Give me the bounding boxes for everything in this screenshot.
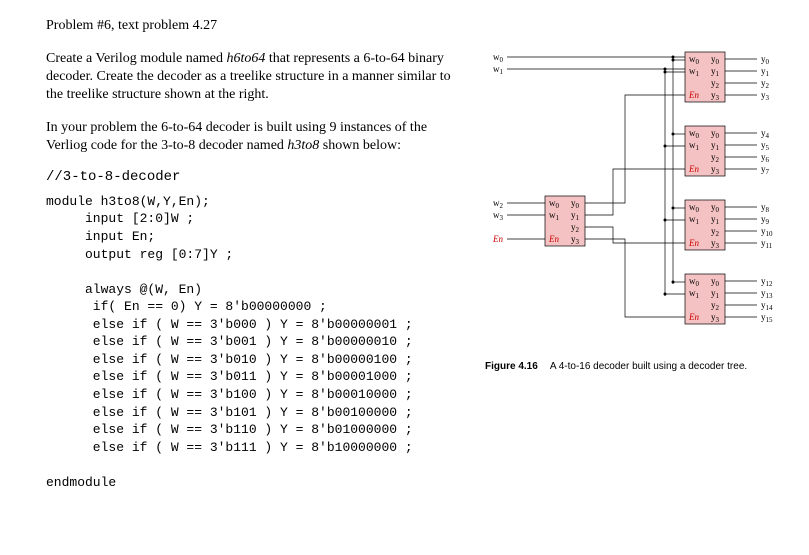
svg-text:y15: y15: [761, 312, 773, 324]
svg-text:y11: y11: [761, 238, 773, 250]
svg-text:y14: y14: [761, 300, 773, 312]
svg-text:En: En: [688, 164, 699, 174]
intro2-modname: h3to8: [287, 138, 319, 153]
verilog-code: module h3to8(W,Y,En); input [2:0]W ; inp…: [46, 193, 466, 491]
svg-text:y12: y12: [761, 276, 773, 288]
problem-title: Problem #6, text problem 4.27: [46, 18, 466, 34]
svg-text:w1: w1: [493, 64, 504, 76]
intro1-a: Create a Verilog module named: [46, 51, 227, 66]
code-comment: //3-to-8-decoder: [46, 169, 466, 185]
svg-text:y3: y3: [761, 90, 770, 102]
figure-label: Figure 4.16: [485, 361, 538, 372]
decoder-tree-diagram: w0 w1 w2 w3 En w0 w1 En y0 y1 y2 y3: [485, 48, 785, 348]
svg-text:y10: y10: [761, 226, 773, 238]
figure-caption: Figure 4.16 A 4-to-16 decoder built using…: [485, 361, 785, 372]
svg-text:y7: y7: [761, 164, 770, 176]
svg-text:y13: y13: [761, 288, 773, 300]
svg-text:y0: y0: [761, 54, 770, 66]
svg-text:y9: y9: [761, 214, 770, 226]
svg-text:w3: w3: [493, 210, 504, 222]
svg-text:En: En: [688, 238, 699, 248]
svg-text:y4: y4: [761, 128, 770, 140]
svg-text:En: En: [548, 234, 559, 244]
intro2-b: shown below:: [319, 138, 401, 153]
svg-text:En: En: [492, 234, 503, 244]
svg-text:y1: y1: [761, 66, 770, 78]
svg-text:w0: w0: [493, 52, 504, 64]
svg-text:y8: y8: [761, 202, 770, 214]
svg-text:En: En: [688, 312, 699, 322]
intro-paragraph-2: In your problem the 6-to-64 decoder is b…: [46, 119, 466, 155]
svg-text:y2: y2: [761, 78, 770, 90]
intro-paragraph-1: Create a Verilog module named h6to64 tha…: [46, 50, 466, 105]
intro1-modname: h6to64: [227, 51, 266, 66]
svg-text:w2: w2: [493, 198, 504, 210]
figure-caption-text: A 4-to-16 decoder built using a decoder …: [550, 361, 747, 372]
figure-4-16: w0 w1 w2 w3 En w0 w1 En y0 y1 y2 y3: [485, 48, 785, 372]
svg-text:En: En: [688, 90, 699, 100]
svg-text:y5: y5: [761, 140, 770, 152]
svg-text:y6: y6: [761, 152, 770, 164]
